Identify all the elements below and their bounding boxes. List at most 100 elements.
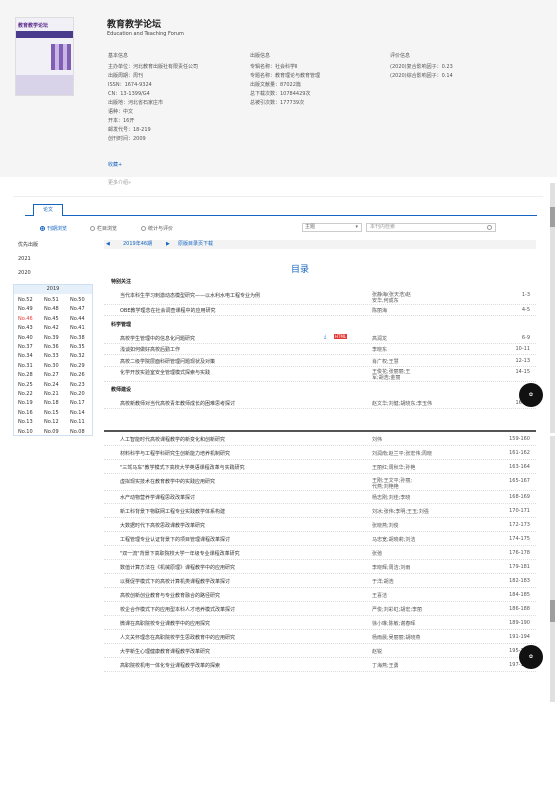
article-title-link[interactable]: 材料科学与工程学科研究生创新能力培养机制研究	[120, 450, 230, 457]
issue-link[interactable]: No.46	[18, 316, 33, 322]
article-title-link[interactable]: 工程管理专业认证背景下的项目管理课程改革探讨	[120, 536, 230, 543]
article-title-link[interactable]: 高职院校机电一体化专业课程教学改革的探索	[120, 662, 220, 669]
article-title-link[interactable]: 高校二级学院层面科研管理问题现状及对策	[120, 358, 215, 365]
article-title-link[interactable]: 以赛促学模式下的高校计算机类课程教学改革探讨	[120, 578, 230, 585]
article-title-link[interactable]: 虚拟现实技术在教育教学中的实践应用研究	[120, 478, 215, 485]
article-authors: 王喜洁	[372, 592, 388, 599]
issue-link[interactable]: No.43	[18, 325, 33, 331]
issue-link[interactable]: No.44	[70, 316, 85, 322]
year-item[interactable]: 2020	[18, 270, 31, 276]
search-field-select[interactable]: 主题 ▾	[302, 223, 362, 232]
article-title-link[interactable]: 校企合作模式下的应用型本科人才培养模式改革探讨	[120, 606, 235, 613]
issue-link[interactable]: No.15	[44, 410, 59, 416]
issue-link[interactable]: No.12	[44, 419, 59, 425]
issue-link[interactable]: No.40	[18, 335, 33, 341]
issue-link[interactable]: No.27	[44, 372, 59, 378]
article-title-link[interactable]: OBE教学理念在社会调查课程中的应用研究	[120, 307, 216, 314]
article-title-link[interactable]: 新工科背景下物联网工程专业实践教学体系构建	[120, 508, 225, 515]
issue-link[interactable]: No.25	[18, 382, 33, 388]
search-icon[interactable]	[487, 225, 492, 230]
article-title-link[interactable]: "双一流"背景下高职院校大学一年级专业课程改革研究	[120, 550, 240, 557]
issue-link[interactable]: No.24	[44, 382, 59, 388]
issue-link[interactable]: No.33	[44, 353, 59, 359]
issue-link[interactable]: No.26	[70, 372, 85, 378]
issue-link[interactable]: No.08	[70, 429, 85, 435]
article-title-link[interactable]: 浅谈如何做好高校后勤工作	[120, 346, 180, 353]
journal-cover-image: 教育教学论坛	[15, 17, 74, 96]
issue-link[interactable]: No.41	[70, 325, 85, 331]
issue-link[interactable]: No.09	[44, 429, 59, 435]
issue-link[interactable]: No.13	[18, 419, 33, 425]
issue-link[interactable]: No.39	[44, 335, 59, 341]
issue-link[interactable]: No.20	[70, 391, 85, 397]
toc-row: 高校新教师对当代高校青年教师成长的困难思考探讨赵文华;刘健;胡晓东;李玉伟16-…	[104, 398, 536, 409]
article-title-link[interactable]: 化学开放实验室安全管理模式探索与实践	[120, 369, 210, 376]
radio-by-column[interactable]: 栏目浏览	[90, 225, 117, 232]
issue-link[interactable]: No.21	[44, 391, 59, 397]
issue-link[interactable]: No.18	[44, 400, 59, 406]
issue-link[interactable]: No.28	[18, 372, 33, 378]
issue-link[interactable]: No.32	[70, 353, 85, 359]
issue-link[interactable]: No.29	[70, 363, 85, 369]
prev-issue-icon[interactable]: ◀	[106, 240, 110, 249]
issue-link[interactable]: No.31	[18, 363, 33, 369]
search-input[interactable]: 本刊内检索	[366, 223, 496, 232]
issue-link[interactable]: No.38	[70, 335, 85, 341]
issue-link[interactable]: No.49	[18, 306, 33, 312]
article-authors: 陈丽海	[372, 308, 388, 314]
article-title-link[interactable]: 当代本科生学习刺激动态模型研究——以水利水电工程专业为例	[120, 292, 260, 299]
year-item[interactable]: 2021	[18, 256, 31, 262]
article-title-link[interactable]: 微课在高职院校专业课教学中的应用探究	[120, 620, 210, 627]
issue-link[interactable]: No.48	[44, 306, 59, 312]
issue-link[interactable]: No.50	[70, 297, 85, 303]
article-title-link[interactable]: 水产动物营养学课程思政改革探讨	[120, 494, 195, 501]
scrollbar-thumb[interactable]	[550, 207, 555, 227]
issue-link[interactable]: No.23	[70, 382, 85, 388]
download-toc-link[interactable]: 原版目录页下载	[178, 240, 213, 249]
radio-statistics[interactable]: 统计与评价	[141, 225, 173, 232]
issue-link[interactable]: No.16	[18, 410, 33, 416]
issue-link[interactable]: No.51	[44, 297, 59, 303]
issue-link[interactable]: No.45	[44, 316, 59, 322]
issue-link[interactable]: No.52	[18, 297, 33, 303]
issue-link[interactable]: No.19	[18, 400, 33, 406]
article-title-link[interactable]: 大数据时代下高校思政课教学改革研究	[120, 522, 205, 529]
priority-publish-link[interactable]: 优先出版	[18, 241, 38, 248]
issue-link[interactable]: No.22	[18, 391, 33, 397]
article-title-link[interactable]: 高校学生管理中的信息化问题研究	[120, 335, 195, 342]
issue-link[interactable]: No.10	[18, 429, 33, 435]
issue-link[interactable]: No.30	[44, 363, 59, 369]
article-pages: 10-11	[515, 346, 530, 352]
issue-link[interactable]: No.17	[70, 400, 85, 406]
issue-link[interactable]: No.35	[70, 344, 85, 350]
issue-link[interactable]: No.11	[70, 419, 85, 425]
scrollbar-thumb[interactable]	[550, 600, 555, 622]
article-title-link[interactable]: 人文关怀理念在高职院校学生思政教育中的应用研究	[120, 634, 235, 641]
radio-checked-icon	[40, 226, 45, 231]
issue-link[interactable]: No.14	[70, 410, 85, 416]
issue-link[interactable]: No.37	[18, 344, 33, 350]
radio-by-issue[interactable]: 刊期浏览	[40, 225, 67, 232]
article-title-link[interactable]: 人工智能时代高校课程教学的新变化和创新研究	[120, 436, 225, 443]
scrollbar-track[interactable]	[550, 436, 555, 702]
article-title-link[interactable]: "三驾马车"教学模式下高校大学英语课程改革与实践研究	[120, 464, 245, 471]
article-title-link[interactable]: 大学新生心理健康教育课程教学改革研究	[120, 648, 210, 655]
current-year[interactable]: 2019	[14, 285, 92, 294]
article-title-link[interactable]: 高校创新创业教育与专业教育融合的路径研究	[120, 592, 220, 599]
article-title-link[interactable]: 数值计算方法在《机械原理》课程教学中的应用研究	[120, 564, 235, 571]
issue-link[interactable]: No.36	[44, 344, 59, 350]
article-authors: 于洋;胡浩	[372, 578, 394, 585]
floating-helper-icon[interactable]: ✿	[519, 645, 543, 669]
floating-helper-icon[interactable]: ✿	[519, 383, 543, 407]
issue-link[interactable]: No.47	[70, 306, 85, 312]
download-icon[interactable]: ⤓	[324, 334, 326, 340]
favorite-link[interactable]: 收藏+	[108, 161, 122, 168]
html-badge[interactable]: HTML	[334, 333, 348, 339]
next-issue-icon[interactable]: ▶	[166, 240, 170, 249]
more-info-link[interactable]: 更多介绍»	[108, 179, 131, 186]
issue-link[interactable]: No.34	[18, 353, 33, 359]
basic-info-list: 主办单位：河北教育出版社有限责任公司 出版周期：周刊 ISSN：1674-932…	[108, 63, 198, 144]
tab-papers[interactable]: 论文	[33, 204, 63, 216]
article-title-link[interactable]: 高校新教师对当代高校青年教师成长的困难思考探讨	[120, 400, 235, 407]
issue-link[interactable]: No.42	[44, 325, 59, 331]
